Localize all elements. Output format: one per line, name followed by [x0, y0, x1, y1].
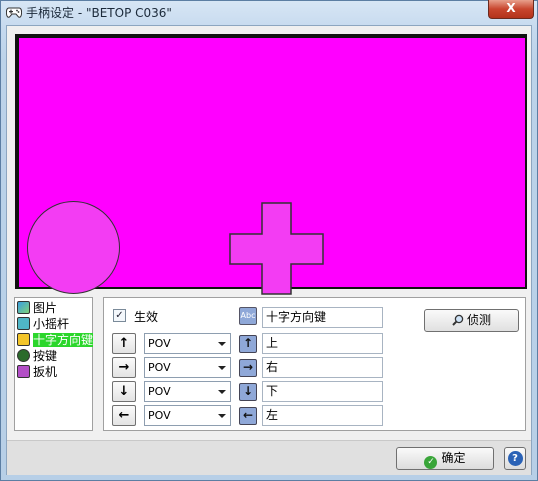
- chevron-down-icon: [218, 414, 226, 418]
- checkmark-icon: ✓: [424, 456, 438, 469]
- thumbstick-icon: [17, 317, 30, 330]
- chevron-down-icon: [218, 342, 226, 346]
- thumbstick-shape[interactable]: [27, 201, 120, 294]
- left-arrow-button[interactable]: ←: [112, 405, 136, 426]
- dpad-icon: [17, 333, 30, 346]
- gamepad-icon: [6, 7, 22, 18]
- up-direction-icon: ↑: [239, 335, 257, 353]
- down-arrow-button[interactable]: ↓: [112, 381, 136, 402]
- gamepad-preview: [15, 34, 527, 295]
- detect-label: 侦测: [466, 313, 491, 327]
- dpad-shape[interactable]: [229, 202, 324, 295]
- enabled-checkbox[interactable]: ✓: [113, 309, 126, 322]
- dialog-footer: ✓ 确定 ?: [7, 440, 531, 475]
- up-pov-select[interactable]: POV: [144, 333, 231, 354]
- name-field[interactable]: 十字方向键: [262, 307, 383, 328]
- left-value-field[interactable]: 左: [262, 405, 383, 426]
- name-icon: Abc: [239, 307, 257, 325]
- tree-item-trigger[interactable]: 扳机: [17, 364, 59, 380]
- picture-icon: [17, 301, 30, 314]
- magnifier-icon: [452, 314, 464, 326]
- tree-item-thumbstick[interactable]: 小摇杆: [17, 316, 71, 332]
- chevron-down-icon: [218, 390, 226, 394]
- trigger-icon: [17, 365, 30, 378]
- ok-label: 确定: [441, 451, 466, 465]
- tree-item-dpad[interactable]: 十字方向键: [17, 332, 95, 348]
- down-value-field[interactable]: 下: [262, 381, 383, 402]
- tree-item-picture[interactable]: 图片: [17, 300, 59, 316]
- enabled-label: 生效: [134, 310, 159, 324]
- down-pov-select[interactable]: POV: [144, 381, 231, 402]
- close-button[interactable]: X: [488, 0, 534, 19]
- window: 手柄设定 - "BETOP C036" X 图片 小摇杆 十字方向键 按键 扳机: [0, 0, 538, 481]
- button-icon: [17, 349, 30, 362]
- tree-item-button[interactable]: 按键: [17, 348, 59, 364]
- right-direction-icon: →: [239, 359, 257, 377]
- up-arrow-button[interactable]: ↑: [112, 333, 136, 354]
- detect-button[interactable]: 侦测: [424, 309, 519, 332]
- right-pov-select[interactable]: POV: [144, 357, 231, 378]
- help-button[interactable]: ?: [504, 447, 526, 470]
- right-arrow-button[interactable]: →: [112, 357, 136, 378]
- left-direction-icon: ←: [239, 407, 257, 425]
- title-bar: 手柄设定 - "BETOP C036" X: [1, 0, 537, 25]
- window-title: 手柄设定 - "BETOP C036": [26, 6, 172, 20]
- down-direction-icon: ↓: [239, 383, 257, 401]
- dpad-settings-panel: ✓ 生效 Abc 十字方向键 侦测 ↑ POV ↑ 上 → POV → 右 ↓ …: [103, 297, 526, 431]
- right-value-field[interactable]: 右: [262, 357, 383, 378]
- chevron-down-icon: [218, 366, 226, 370]
- help-icon: ?: [507, 451, 523, 466]
- ok-button[interactable]: ✓ 确定: [396, 447, 494, 470]
- left-pov-select[interactable]: POV: [144, 405, 231, 426]
- up-value-field[interactable]: 上: [262, 333, 383, 354]
- dialog-body: 图片 小摇杆 十字方向键 按键 扳机 ✓ 生效 Abc 十字方向键 侦测 ↑ P…: [6, 25, 532, 475]
- component-tree: 图片 小摇杆 十字方向键 按键 扳机: [14, 297, 95, 431]
